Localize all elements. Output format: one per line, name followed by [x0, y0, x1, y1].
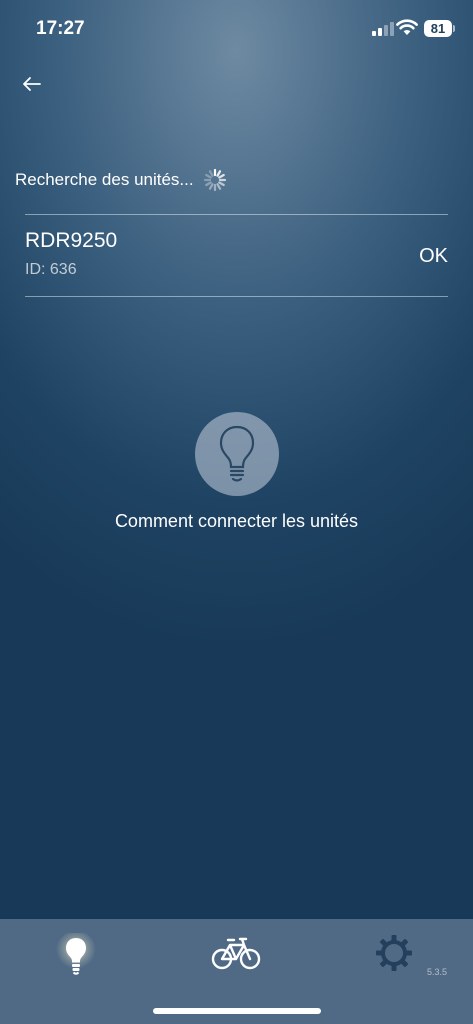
device-list-item[interactable]: RDR9250 ID: 636 OK [25, 215, 448, 296]
loading-spinner-icon [203, 168, 226, 192]
wifi-icon [396, 19, 418, 35]
cellular-signal-icon [372, 22, 394, 36]
status-bar: 17:27 81 [0, 0, 473, 56]
tab-devices[interactable] [16, 919, 136, 989]
status-time: 17:27 [36, 18, 85, 39]
help-icon-circle [195, 412, 279, 496]
lightbulb-icon [219, 425, 255, 482]
app-version: 5.3.5 [427, 967, 448, 977]
gear-icon [376, 935, 412, 971]
bicycle-icon [211, 937, 261, 970]
home-indicator[interactable] [153, 1008, 321, 1014]
lightbulb-icon [56, 933, 96, 975]
back-button[interactable] [16, 68, 48, 100]
tab-settings[interactable] [334, 919, 454, 989]
device-status: OK [419, 245, 448, 267]
search-label: Recherche des unités... [15, 170, 194, 189]
arrow-left-icon [23, 77, 41, 91]
device-name: RDR9250 [25, 229, 118, 252]
tab-bike[interactable] [176, 919, 296, 989]
battery-tip [453, 25, 455, 32]
help-label: Comment connecter les unités [114, 511, 359, 531]
how-to-connect-help[interactable]: Comment connecter les unités [0, 412, 473, 542]
device-id: ID: 636 [25, 261, 77, 278]
battery-icon: 81 [424, 20, 452, 37]
divider-bottom [25, 296, 448, 297]
search-status: Recherche des unités... [15, 168, 227, 192]
